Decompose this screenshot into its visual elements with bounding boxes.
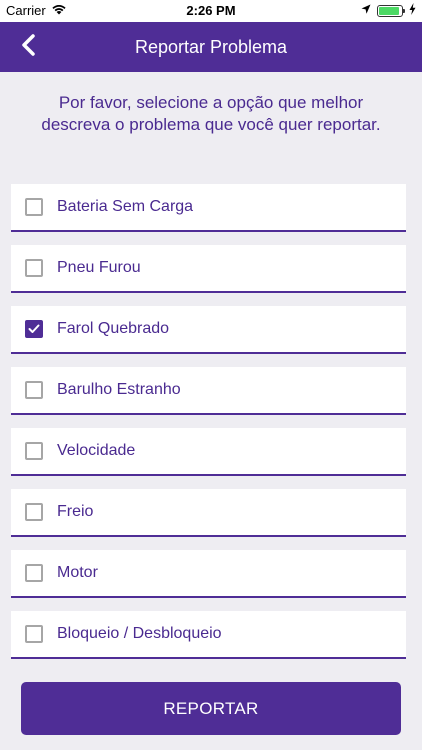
page-title: Reportar Problema (134, 37, 288, 57)
instruction-text: Por favor, selecione a opção que melhor … (41, 93, 381, 134)
problem-option-label: Barulho Estranho (57, 381, 181, 398)
back-button[interactable] (10, 29, 46, 65)
battery-icon (377, 4, 405, 17)
problem-option-label: Velocidade (57, 442, 136, 459)
problem-option[interactable]: Barulho Estranho (11, 367, 406, 415)
location-arrow-icon (361, 3, 371, 18)
problem-option-label: Bloqueio / Desbloqueio (57, 625, 222, 642)
problem-option[interactable]: Bloqueio / Desbloqueio (11, 611, 406, 659)
problem-option[interactable]: Motor (11, 550, 406, 598)
problem-option[interactable]: Bateria Sem Carga (11, 184, 406, 232)
status-bar: Carrier 2:26 PM (0, 0, 422, 22)
charging-bolt-icon (409, 3, 416, 18)
problem-option-label: Pneu Furou (57, 259, 141, 276)
status-right (361, 3, 416, 18)
problem-option-label: Freio (57, 503, 94, 520)
problem-option[interactable]: Freio (11, 489, 406, 537)
checkbox-unchecked[interactable] (25, 381, 43, 399)
problem-option[interactable]: Pneu Furou (11, 245, 406, 293)
checkbox-unchecked[interactable] (25, 625, 43, 643)
chevron-left-icon (20, 33, 36, 62)
checkbox-unchecked[interactable] (25, 259, 43, 277)
report-button[interactable]: REPORTAR (21, 682, 401, 735)
battery-level-fill (379, 6, 399, 15)
problem-option-label: Motor (57, 564, 98, 581)
checkbox-unchecked[interactable] (25, 442, 43, 460)
checkbox-unchecked[interactable] (25, 503, 43, 521)
navigation-bar: Reportar Problema (0, 22, 422, 72)
problem-options-list: Bateria Sem Carga Pneu Furou Farol Quebrad… (11, 184, 406, 672)
problem-option[interactable]: Farol Quebrado (11, 306, 406, 354)
checkmark-icon (28, 324, 40, 333)
status-time: 2:26 PM (186, 3, 236, 18)
checkbox-unchecked[interactable] (25, 564, 43, 582)
checkbox-unchecked[interactable] (25, 198, 43, 216)
checkbox-checked[interactable] (25, 320, 43, 338)
problem-option-label: Farol Quebrado (57, 320, 170, 337)
problem-option-label: Bateria Sem Carga (57, 198, 194, 215)
problem-option[interactable]: Velocidade (11, 428, 406, 476)
